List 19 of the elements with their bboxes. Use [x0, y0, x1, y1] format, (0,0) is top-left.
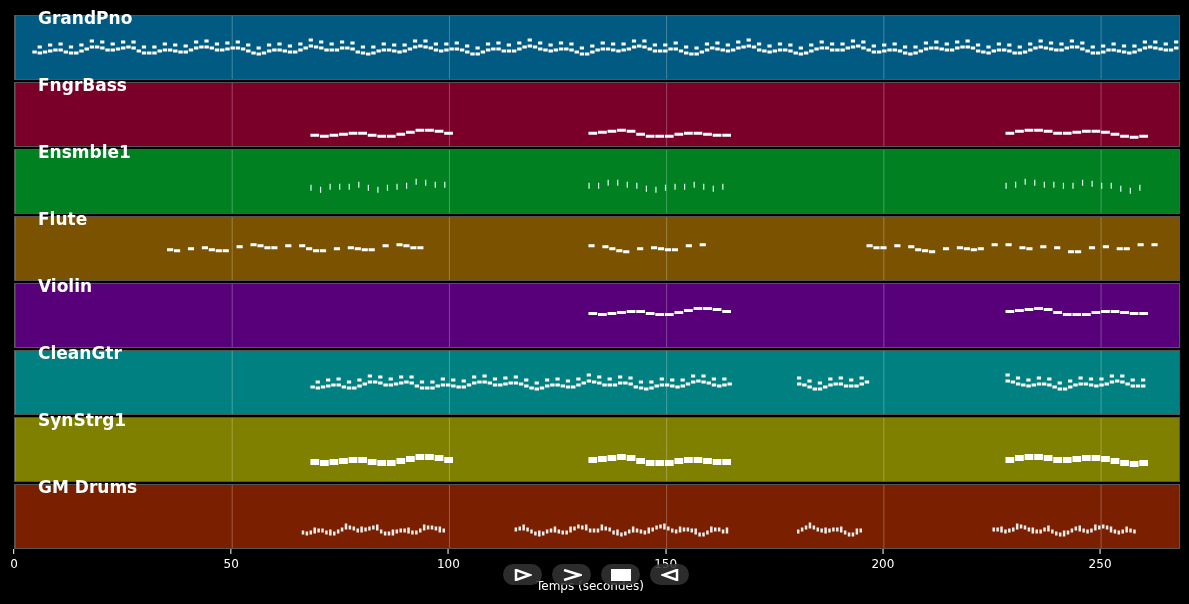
axis-label: Temps (secondes)	[536, 578, 644, 594]
tick-label: 100	[436, 556, 460, 572]
track-name: Ensmble1	[38, 142, 131, 162]
play-icon	[513, 568, 532, 581]
tick-label: 50	[223, 556, 239, 572]
track-name: Flute	[38, 209, 88, 229]
track-name: FngrBass	[38, 75, 127, 95]
track-name: GrandPno	[38, 8, 133, 28]
track-name: GM Drums	[38, 477, 138, 497]
forward-icon	[561, 568, 582, 581]
stop-icon	[610, 568, 631, 581]
track-name: SynStrg1	[38, 410, 127, 430]
tick-label: 150	[654, 556, 678, 572]
track-name: Violin	[38, 276, 93, 296]
back-icon	[660, 568, 679, 581]
track-name: CleanGtr	[38, 343, 122, 363]
tick-label: 200	[871, 556, 895, 572]
tick-label: 0	[10, 556, 18, 572]
tick-label: 250	[1088, 556, 1112, 572]
